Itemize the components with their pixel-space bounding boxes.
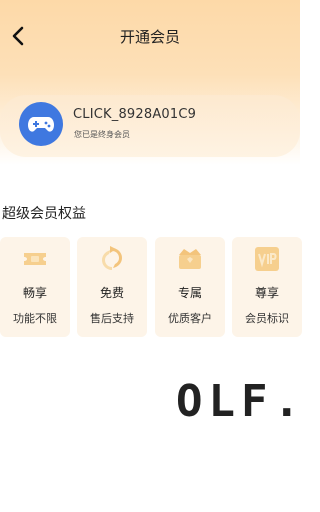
olf-watermark: OLF. (176, 380, 300, 420)
avatar (19, 102, 63, 146)
watermark-text: OLF. (176, 380, 300, 420)
benefit-card-unlimited[interactable]: 畅享 功能不限 (0, 237, 70, 337)
benefit-subtitle: 售后支持 (90, 312, 134, 325)
benefit-subtitle: 优质客户 (168, 312, 212, 325)
membership-status: 您已是终身会员 (74, 130, 130, 139)
benefit-card-free-support[interactable]: 免费 售后支持 (77, 237, 147, 337)
benefit-subtitle: 会员标识 (245, 312, 289, 325)
member-card: CLICK_8928A01C9 您已是终身会员 (0, 95, 300, 157)
benefit-card-vip-badge[interactable]: 尊享 会员标识 (232, 237, 302, 337)
benefit-subtitle: 功能不限 (13, 312, 57, 325)
user-name: CLICK_8928A01C9 (73, 107, 197, 122)
benefit-title: 专属 (177, 286, 202, 300)
benefits-section-title: 超级会员权益 (2, 206, 86, 222)
app-header: 开通会员 (0, 0, 300, 72)
benefit-title: 免费 (99, 286, 124, 300)
page-title: 开通会员 (119, 28, 180, 46)
benefit-title: 畅享 (22, 286, 47, 300)
crown-box-icon (176, 245, 204, 273)
vip-badge-icon (253, 245, 281, 273)
gamepad-icon (28, 117, 54, 132)
benefit-card-exclusive[interactable]: 专属 优质客户 (155, 237, 225, 337)
refresh-icon (98, 245, 126, 273)
ticket-icon (21, 245, 49, 273)
benefits-grid: 畅享 功能不限 免费 售后支持 专属 优质客户 尊享 会员标识 (0, 237, 302, 339)
benefit-title: 尊享 (254, 286, 279, 300)
